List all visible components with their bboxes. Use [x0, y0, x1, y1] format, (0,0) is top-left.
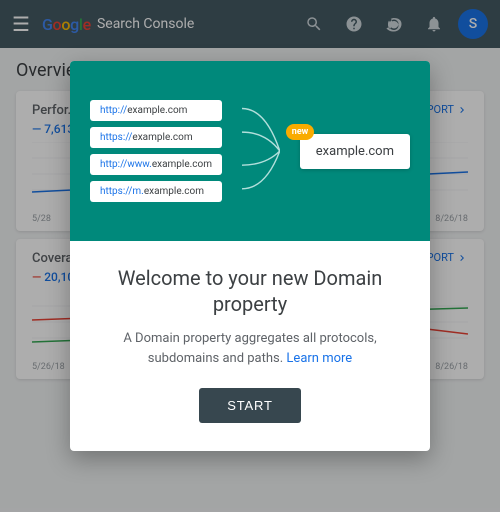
learn-more-link[interactable]: Learn more	[286, 351, 352, 366]
start-button[interactable]: START	[199, 388, 300, 423]
url-box-1: http://example.com	[90, 100, 222, 121]
modal-illustration: http://example.com https://example.com h…	[70, 61, 430, 241]
modal: http://example.com https://example.com h…	[70, 61, 430, 451]
new-badge: new	[286, 124, 315, 140]
url-box-3: http://www.example.com	[90, 154, 222, 175]
arrows-svg	[242, 91, 280, 211]
url-boxes: http://example.com https://example.com h…	[90, 100, 222, 202]
url-box-2: https://example.com	[90, 127, 222, 148]
domain-box: example.com	[300, 134, 410, 169]
modal-title: Welcome to your new Domain property	[102, 265, 398, 317]
modal-overlay: http://example.com https://example.com h…	[0, 0, 500, 512]
modal-description: A Domain property aggregates all protoco…	[102, 329, 398, 368]
domain-illustration: http://example.com https://example.com h…	[70, 91, 430, 211]
url-box-4: https://m.example.com	[90, 181, 222, 202]
domain-box-container: new example.com	[300, 134, 410, 169]
modal-body: Welcome to your new Domain property A Do…	[70, 241, 430, 451]
